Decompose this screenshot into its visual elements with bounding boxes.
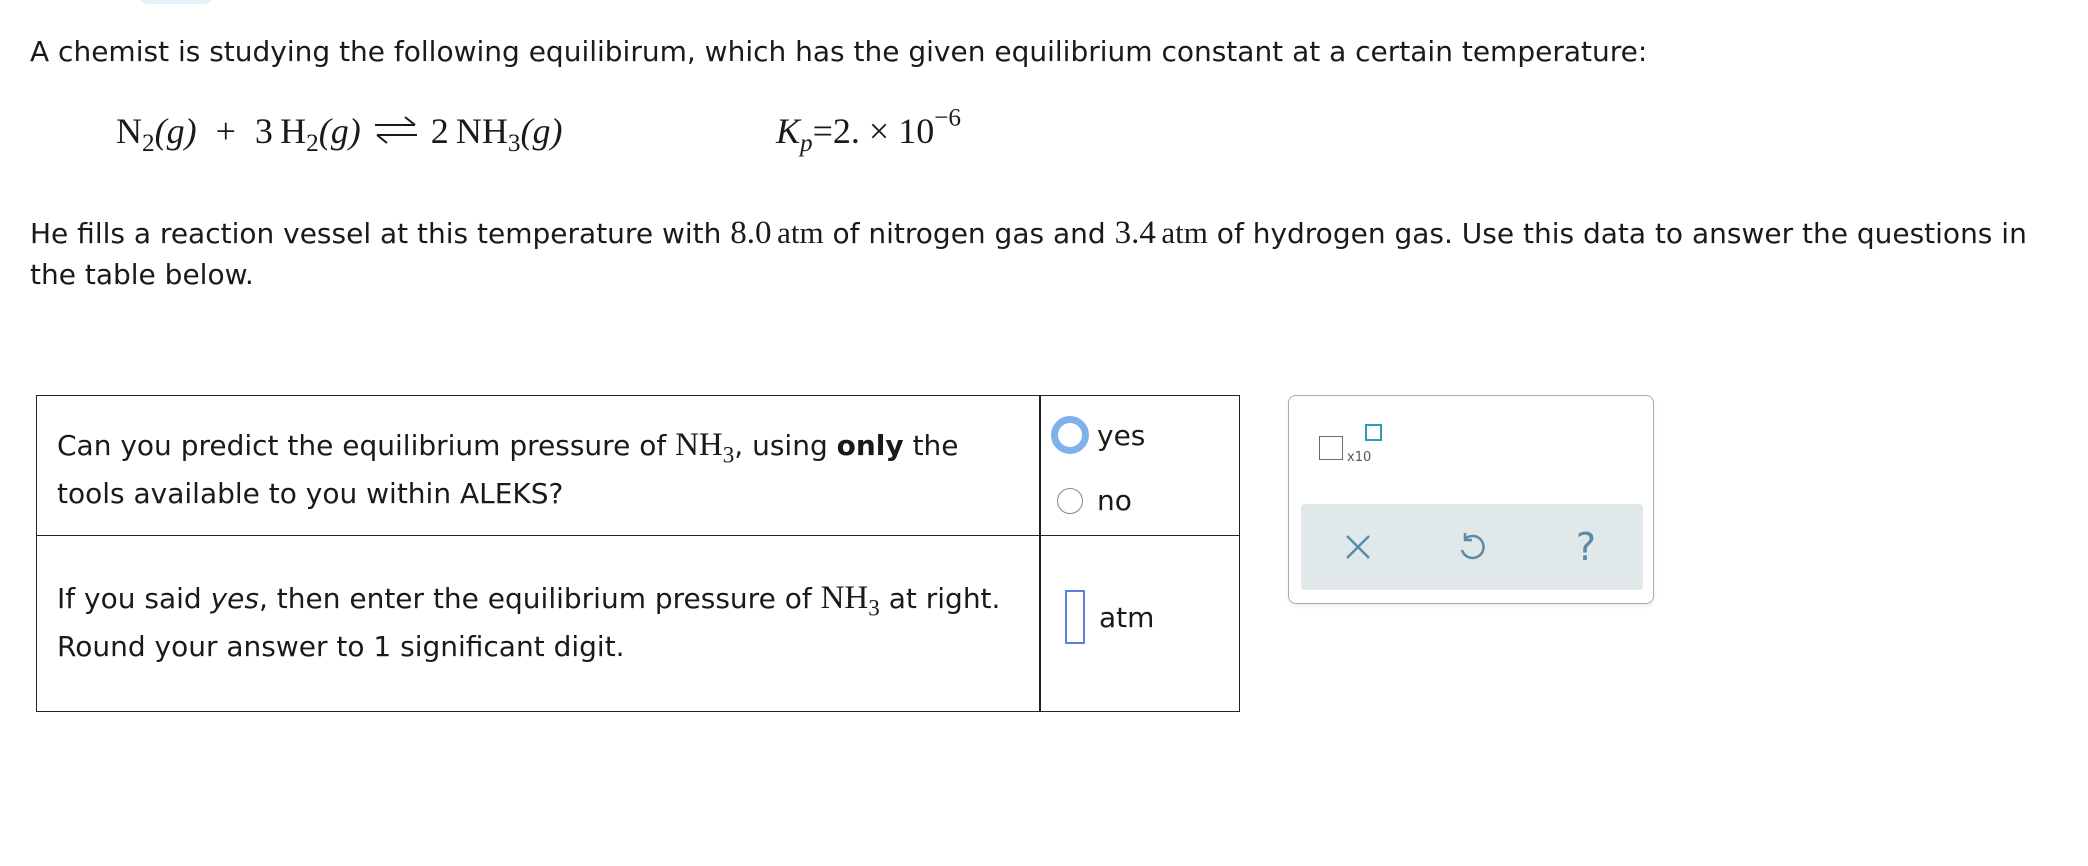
product-nh3: 2 NH3(g) [430,111,563,158]
tool-toolbar: ? [1301,504,1643,590]
equilibrium-arrow-icon [374,116,417,144]
help-button[interactable]: ? [1563,524,1609,570]
intro-text: A chemist is studying the following equi… [30,35,1648,68]
problem-data-text: He fills a reaction vessel at this tempe… [30,215,2027,291]
question-row-2: If you said yes, then enter the equilibr… [37,536,1239,711]
option-yes[interactable]: yes [1051,416,1146,454]
answer-area: atm [1065,590,1154,644]
x10-label: x10 [1347,450,1372,465]
option-no-label: no [1097,484,1132,517]
reactant-n2: N2(g) [116,111,197,158]
question-2-text: If you said yes, then enter the equilibr… [57,580,1001,663]
answer-tool-panel: x10 ? [1288,395,1654,604]
radio-yes[interactable] [1051,416,1089,454]
undo-button[interactable] [1449,524,1495,570]
mantissa-box-icon [1319,436,1343,460]
clear-button[interactable] [1335,524,1381,570]
option-yes-label: yes [1097,418,1146,452]
question-table: Can you predict the equilibrium pressure… [36,395,1240,712]
option-no[interactable]: no [1057,484,1132,517]
n2-pressure: 8.0 [730,215,772,251]
radio-no[interactable] [1057,487,1083,514]
pressure-answer-input[interactable] [1065,590,1085,644]
question-row-1: Can you predict the equilibrium pressure… [37,396,1239,536]
undo-icon [1460,533,1485,560]
question-1-text: Can you predict the equilibrium pressure… [57,427,959,510]
reactant-h2: 3 H2(g) [254,111,361,158]
close-icon [1346,535,1370,559]
top-tab-remnant [138,0,214,4]
equilibrium-constant: Kp=2. × 10−6 [776,104,962,158]
h2-pressure: 3.4 [1114,215,1156,251]
help-icon: ? [1575,525,1597,569]
answer-unit-label: atm [1099,600,1155,634]
exponent-box-icon [1365,424,1382,441]
scientific-notation-button[interactable]: x10 [1319,424,1382,468]
chemical-equation: N2(g) + 3 H2(g) 2 NH3(g) Kp=2. × 10−6 [116,104,962,158]
